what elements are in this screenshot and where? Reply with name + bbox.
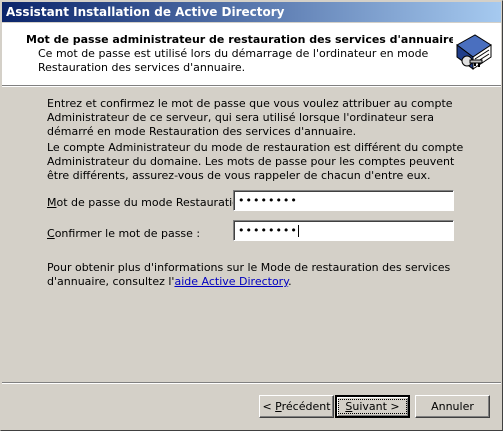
next-button[interactable]: Suivant > (335, 395, 410, 418)
cancel-button[interactable]: Annuler (415, 395, 490, 418)
confirm-password-field[interactable]: •••••••• (233, 220, 454, 241)
help-paragraph: Pour obtenir plus d'informations sur le … (47, 261, 451, 288)
text-caret (297, 225, 299, 237)
header-divider (2, 85, 501, 87)
previous-button[interactable]: < Précédent (259, 395, 334, 418)
confirm-password-label: Confirmer le mot de passe : (47, 227, 201, 240)
password-label: Mot de passe du mode Restauration : (47, 196, 254, 209)
active-directory-help-link[interactable]: aide Active Directory (174, 275, 288, 288)
intro-paragraph: Entrez et confirmez le mot de passe que … (47, 97, 453, 138)
wizard-header: Mot de passe administrateur de restaurat… (2, 23, 501, 85)
footer-divider (2, 382, 501, 384)
header-title: Mot de passe administrateur de restaurat… (26, 33, 456, 46)
window-title: Assistant Installation de Active Directo… (6, 5, 285, 19)
directory-book-icon (453, 31, 495, 73)
title-bar[interactable]: Assistant Installation de Active Directo… (2, 2, 501, 22)
header-subtitle: Ce mot de passe est utilisé lors du déma… (38, 47, 429, 74)
account-note-paragraph: Le compte Administrateur du mode de rest… (47, 141, 464, 182)
wizard-window: Assistant Installation de Active Directo… (0, 0, 503, 431)
password-field[interactable]: •••••••• (233, 190, 454, 211)
